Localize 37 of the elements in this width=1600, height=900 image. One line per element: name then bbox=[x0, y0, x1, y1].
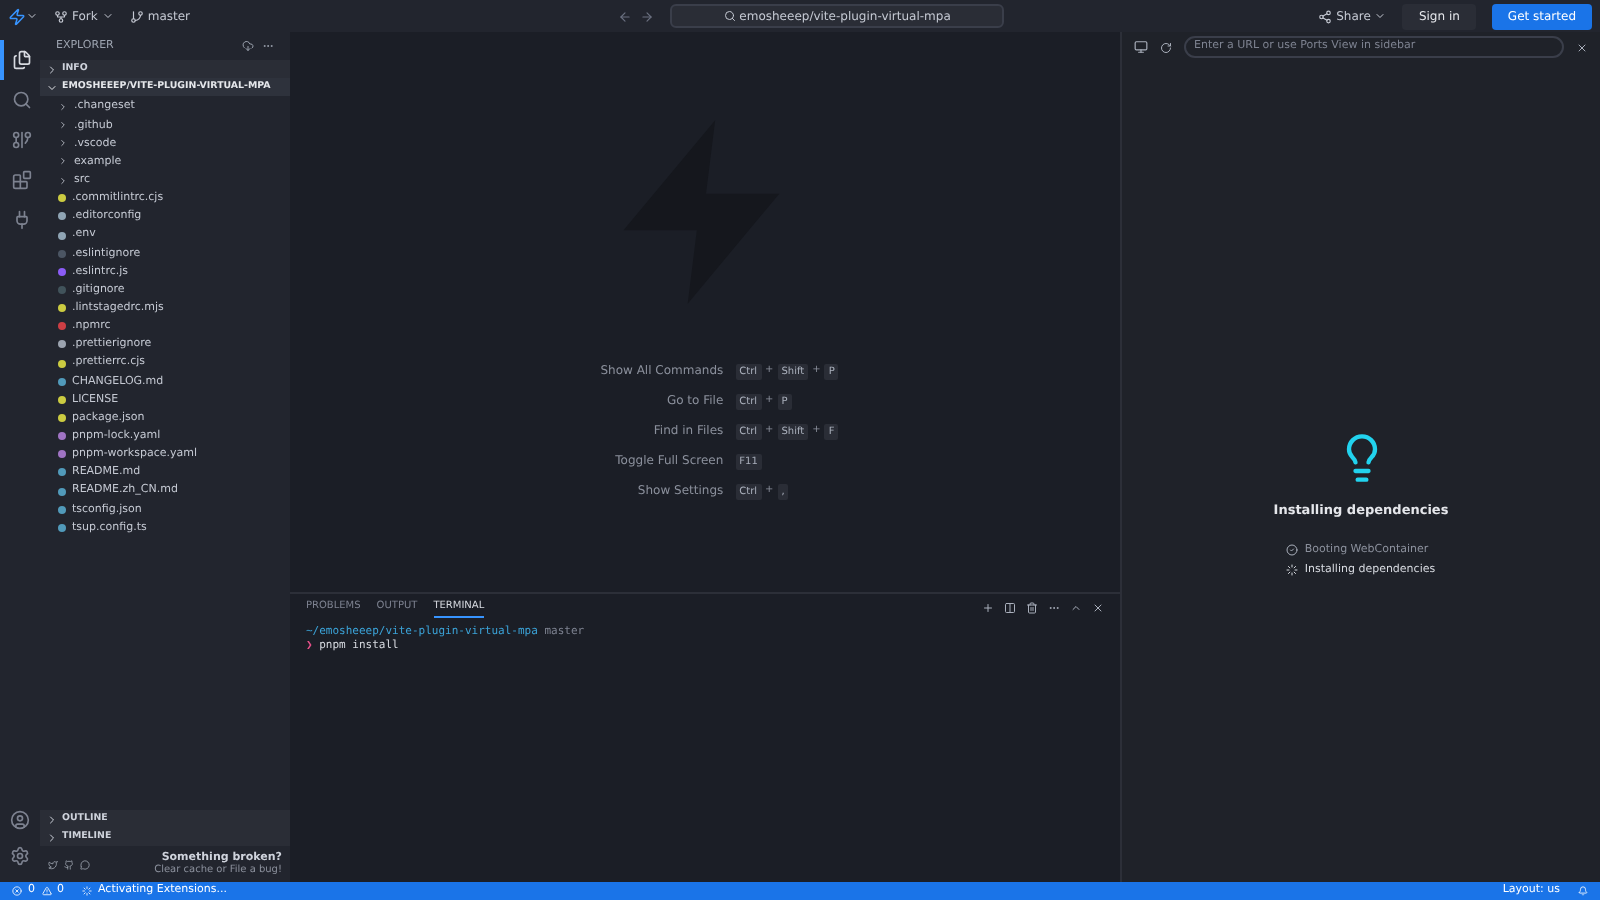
chevron-down-icon bbox=[1374, 10, 1387, 22]
settings-icon[interactable] bbox=[10, 846, 30, 866]
trash-icon[interactable] bbox=[1026, 602, 1038, 614]
search-icon bbox=[723, 10, 736, 22]
fork-icon bbox=[54, 9, 68, 23]
check-icon bbox=[1286, 543, 1299, 556]
close-icon[interactable] bbox=[1576, 41, 1588, 53]
close-icon[interactable] bbox=[1092, 602, 1104, 614]
extensions-icon bbox=[12, 170, 32, 190]
branch-icon bbox=[129, 9, 144, 23]
source-control-icon bbox=[12, 130, 32, 150]
twitter-icon[interactable] bbox=[48, 859, 58, 869]
split-icon[interactable] bbox=[1004, 602, 1016, 614]
logo-menu[interactable] bbox=[8, 7, 38, 25]
github-icon[interactable] bbox=[64, 859, 74, 869]
search-icon bbox=[12, 90, 32, 110]
cloud-icon[interactable] bbox=[242, 40, 254, 52]
add-icon[interactable] bbox=[982, 602, 994, 614]
bolt-icon bbox=[8, 7, 26, 25]
forward-icon[interactable] bbox=[640, 9, 655, 23]
reload-icon[interactable] bbox=[1160, 41, 1172, 53]
maximize-icon[interactable] bbox=[1070, 602, 1082, 614]
chevron-down-icon bbox=[26, 10, 38, 22]
files-icon bbox=[12, 50, 32, 70]
preview-icon[interactable] bbox=[1134, 40, 1148, 54]
back-icon[interactable] bbox=[618, 9, 633, 23]
share-icon bbox=[1318, 9, 1333, 23]
chat-icon[interactable] bbox=[80, 859, 90, 869]
account-icon[interactable] bbox=[10, 810, 30, 830]
warning-icon bbox=[41, 886, 51, 896]
plug-icon bbox=[12, 210, 32, 230]
error-icon bbox=[12, 886, 22, 896]
chevron-down-icon bbox=[101, 10, 114, 22]
spinner-icon bbox=[1286, 564, 1299, 577]
bell-icon[interactable] bbox=[1578, 886, 1588, 896]
chevron-down-icon bbox=[46, 81, 58, 93]
chevron-right-icon bbox=[46, 63, 58, 75]
